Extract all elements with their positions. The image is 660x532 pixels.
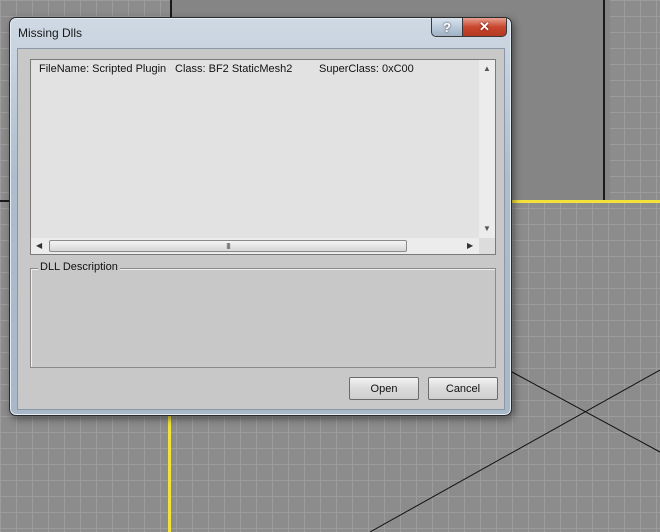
dialog-client-area: FileName: Scripted Plugin Class: BF2 Sta… (17, 48, 505, 410)
vertical-scrollbar[interactable]: ▲ ▼ (479, 60, 495, 238)
missing-dll-list[interactable]: FileName: Scripted Plugin Class: BF2 Sta… (30, 59, 496, 255)
open-button[interactable]: Open (349, 377, 419, 400)
scroll-left-icon[interactable]: ◀ (36, 241, 42, 250)
scroll-right-icon[interactable]: ▶ (467, 241, 473, 250)
dialog-title: Missing Dlls (18, 26, 83, 40)
close-icon: ✕ (479, 19, 490, 34)
cancel-button[interactable]: Cancel (428, 377, 498, 400)
help-icon: ? (443, 19, 451, 35)
scroll-up-icon[interactable]: ▲ (483, 64, 491, 73)
class-cell: Class: BF2 StaticMesh2 (175, 63, 293, 75)
horizontal-scrollbar[interactable]: ◀ III ▶ (31, 238, 479, 254)
dll-description-label: DLL Description (38, 261, 120, 273)
close-button[interactable]: ✕ (462, 18, 507, 37)
scroll-down-icon[interactable]: ▼ (483, 224, 491, 233)
superclass-cell: SuperClass: 0xC00 (319, 63, 414, 75)
horizontal-scroll-thumb[interactable]: III (49, 240, 407, 252)
thumb-grip-icon: III (226, 241, 231, 251)
scrollbar-corner (479, 238, 495, 254)
dll-description-group: DLL Description (30, 261, 496, 368)
help-button[interactable]: ? (431, 18, 463, 37)
filename-cell: FileName: Scripted Plugin (39, 63, 167, 75)
missing-dlls-dialog: Missing Dlls ? ✕ FileName: Scripted Plug… (9, 17, 512, 416)
